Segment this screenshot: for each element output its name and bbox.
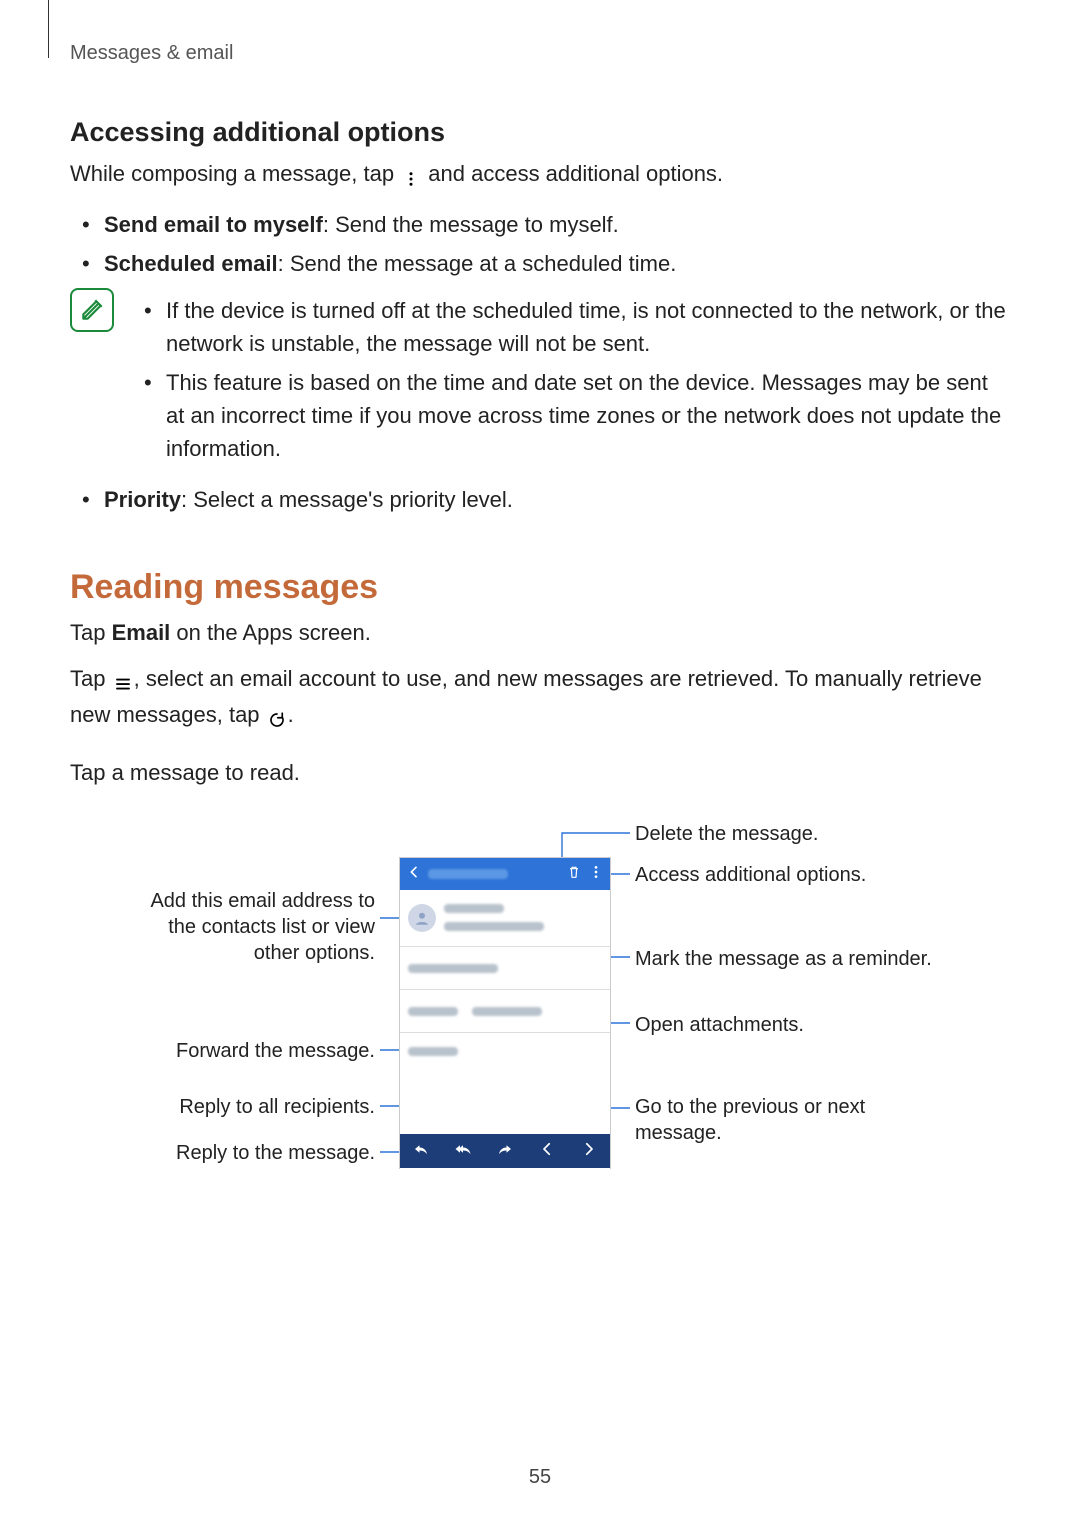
bullet-text: : Send the message at a scheduled time.	[278, 251, 677, 276]
callout-reply-all: Reply to all recipients.	[120, 1094, 375, 1120]
bullet-label: Send email to myself	[104, 212, 323, 237]
callout-forward: Forward the message.	[120, 1038, 375, 1064]
reply-all-icon[interactable]	[454, 1140, 472, 1163]
p2-post: .	[288, 702, 294, 727]
callout-reply: Reply to the message.	[120, 1140, 375, 1166]
p2-mid: , select an email account to use, and ne…	[70, 666, 982, 727]
callout-contact: Add this email address to the contacts l…	[120, 888, 375, 966]
refresh-icon	[266, 703, 288, 735]
paragraph-tap-message: Tap a message to read.	[70, 757, 1010, 789]
contact-avatar-icon[interactable]	[408, 904, 436, 932]
callout-attachments: Open attachments.	[635, 1012, 804, 1038]
bullet-priority: Priority: Select a message's priority le…	[70, 483, 1010, 516]
callout-options: Access additional options.	[635, 862, 866, 888]
p1-pre: Tap	[70, 620, 112, 645]
previous-message-icon[interactable]	[538, 1140, 556, 1163]
note-item-1: If the device is turned off at the sched…	[136, 294, 1010, 360]
reply-icon[interactable]	[412, 1140, 430, 1163]
bullet-scheduled-email: Scheduled email: Send the message at a s…	[70, 247, 1010, 280]
delete-icon[interactable]	[566, 864, 582, 885]
running-head: Messages & email	[70, 42, 1010, 65]
phone-mock	[400, 858, 610, 1168]
phone-subject-row	[400, 947, 610, 990]
bullet-label: Scheduled email	[104, 251, 278, 276]
forward-icon[interactable]	[496, 1140, 514, 1163]
p2-pre: Tap	[70, 666, 112, 691]
note-block: If the device is turned off at the sched…	[70, 288, 1010, 473]
more-options-icon[interactable]	[588, 864, 604, 885]
subheading-accessing-options: Accessing additional options	[70, 117, 1010, 148]
page-number: 55	[0, 1466, 1080, 1489]
phone-sender-row	[400, 890, 610, 947]
reading-message-figure: Add this email address to the contacts l…	[110, 818, 970, 1198]
bullet-send-to-myself: Send email to myself: Send the message t…	[70, 208, 1010, 241]
bullet-text: : Send the message to myself.	[323, 212, 619, 237]
paragraph-tap-email: Tap Email on the Apps screen.	[70, 617, 1010, 649]
intro-pre: While composing a message, tap	[70, 161, 400, 186]
intro-paragraph: While composing a message, tap and acces…	[70, 158, 1010, 194]
callout-star: Mark the message as a reminder.	[635, 946, 932, 972]
callout-prev-next: Go to the previous or next message.	[635, 1094, 895, 1146]
phone-meta-row	[400, 1033, 610, 1069]
next-message-icon[interactable]	[580, 1140, 598, 1163]
note-icon	[70, 288, 114, 332]
intro-post: and access additional options.	[422, 161, 723, 186]
page-edge-rule	[48, 0, 49, 58]
p1-bold: Email	[112, 620, 171, 645]
menu-list-icon	[112, 667, 134, 699]
note-item-2: This feature is based on the time and da…	[136, 366, 1010, 465]
bullet-label: Priority	[104, 487, 181, 512]
callout-delete: Delete the message.	[635, 821, 818, 847]
paragraph-select-account: Tap , select an email account to use, an…	[70, 663, 1010, 735]
p1-post: on the Apps screen.	[170, 620, 371, 645]
phone-topbar	[400, 858, 610, 890]
phone-body	[400, 1069, 610, 1189]
section-reading-messages: Reading messages	[70, 568, 1010, 607]
phone-attachment-row[interactable]	[400, 990, 610, 1033]
more-options-icon	[400, 162, 422, 194]
back-icon[interactable]	[406, 864, 422, 885]
bullet-text: : Select a message's priority level.	[181, 487, 513, 512]
phone-bottombar	[400, 1134, 610, 1168]
